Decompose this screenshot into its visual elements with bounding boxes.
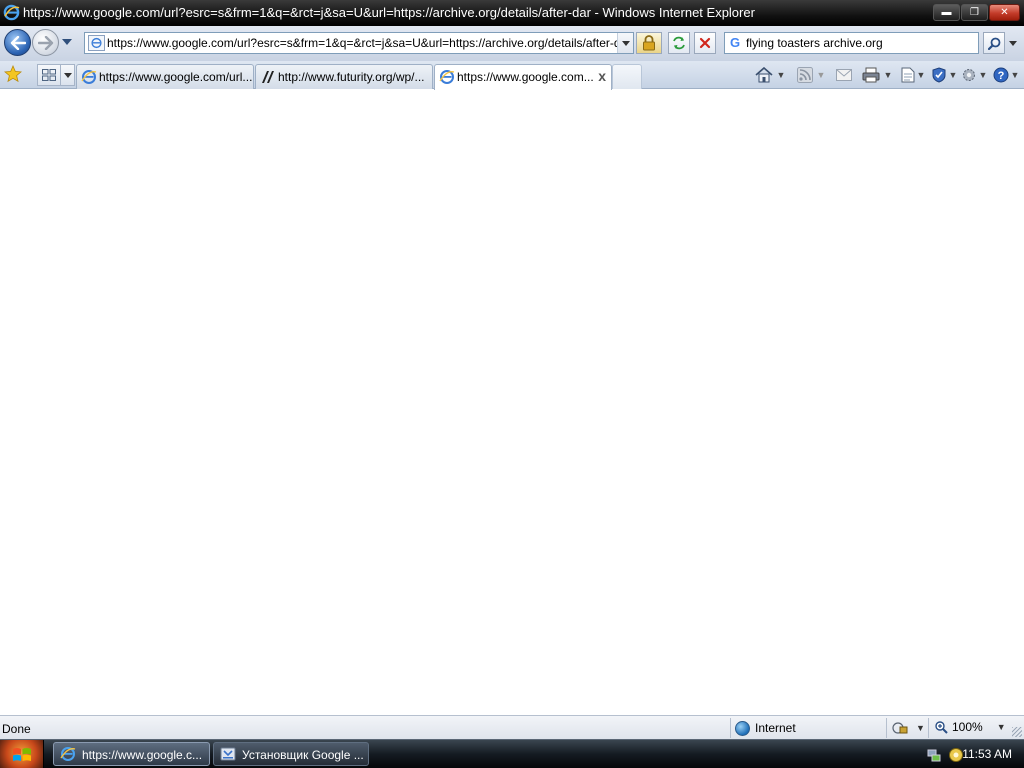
start-button[interactable] <box>0 740 44 768</box>
tab-label: https://www.google.com/url... <box>99 70 253 84</box>
google-search-provider-icon: G <box>730 35 741 50</box>
protected-mode-button[interactable]: ▼ <box>892 720 925 736</box>
ie-logo-icon <box>3 4 20 21</box>
safety-shield-icon <box>932 67 946 83</box>
tab-futurity[interactable]: http://www.futurity.org/wp/... <box>255 64 433 89</box>
arrow-right-icon <box>37 35 53 50</box>
protected-mode-icon <box>892 722 908 734</box>
taskbar-item-label: https://www.google.c... <box>82 748 203 762</box>
taskbar-item-label: Установщик Google ... <box>242 748 364 762</box>
security-report-button[interactable] <box>636 32 662 54</box>
close-window-button[interactable]: ✕ <box>989 4 1020 21</box>
page-menu-button[interactable]: ▼ <box>899 63 927 87</box>
clock[interactable]: 11:53 AM <box>962 747 1012 761</box>
page-content-area[interactable] <box>0 90 1024 715</box>
read-mail-button[interactable] <box>834 63 854 87</box>
back-button[interactable] <box>4 29 31 56</box>
tab-label: http://www.futurity.org/wp/... <box>278 70 425 84</box>
taskbar-item-installer[interactable]: Установщик Google ... <box>213 742 369 766</box>
maximize-button[interactable]: ❐ <box>961 4 988 21</box>
tools-menu-button[interactable]: ▼ <box>960 63 988 87</box>
safety-menu-button[interactable]: ▼ <box>930 63 958 87</box>
svg-text:?: ? <box>997 70 1004 82</box>
taskbar: https://www.google.c... Установщик Googl… <box>0 739 1024 768</box>
ie-page-icon <box>81 70 97 84</box>
search-options-dropdown[interactable] <box>1006 32 1020 54</box>
window-controls: ▬ ❐ ✕ <box>932 4 1020 21</box>
zoom-level: 100% <box>952 720 983 734</box>
help-icon: ? <box>993 67 1009 83</box>
navigation-bar: G <box>0 26 1024 61</box>
read-mail-icon <box>836 69 852 81</box>
close-tab-button[interactable]: x <box>598 68 606 84</box>
address-dropdown-button[interactable] <box>617 33 633 53</box>
zoom-control[interactable]: 100% ▼ <box>935 720 1006 734</box>
status-bar: Done Internet ▼ 100% ▼ <box>0 715 1024 739</box>
print-button[interactable]: ▼ <box>859 63 895 87</box>
recent-pages-dropdown[interactable] <box>61 38 73 46</box>
quick-tabs-icon <box>42 69 56 81</box>
installer-icon <box>220 747 236 761</box>
ie-icon <box>60 747 76 761</box>
zoom-icon <box>935 720 948 734</box>
search-input[interactable] <box>746 35 974 51</box>
feeds-button[interactable]: ▼ <box>794 63 828 87</box>
tab-label: https://www.google.com... <box>457 70 594 84</box>
tab-google-url-1[interactable]: https://www.google.com/url... <box>76 64 254 89</box>
search-box: G <box>724 32 979 54</box>
ie-page-icon <box>439 70 455 84</box>
resize-grip[interactable] <box>1012 727 1022 737</box>
print-icon <box>862 67 880 83</box>
futurity-icon <box>262 71 274 83</box>
gear-icon <box>962 69 975 81</box>
status-divider <box>730 718 731 738</box>
stop-x-icon <box>699 37 711 49</box>
tab-bar: https://www.google.com/url... http://www… <box>0 61 1024 90</box>
favorites-star-icon[interactable] <box>4 65 22 83</box>
taskbar-item-ie[interactable]: https://www.google.c... <box>53 742 210 766</box>
tab-google-url-active[interactable]: https://www.google.com... x <box>434 64 612 90</box>
search-button[interactable] <box>983 32 1005 54</box>
feeds-icon <box>796 67 813 83</box>
page-icon <box>901 67 915 83</box>
arrow-left-icon <box>10 35 26 50</box>
status-divider <box>928 718 929 738</box>
home-icon <box>755 67 773 83</box>
network-icon[interactable] <box>926 747 942 763</box>
chevron-down-icon <box>621 40 630 46</box>
title-bar: https://www.google.com/url?esrc=s&frm=1&… <box>0 0 1024 26</box>
status-divider <box>886 718 887 738</box>
help-menu-button[interactable]: ? ▼ <box>991 63 1021 87</box>
search-icon <box>987 37 1000 50</box>
refresh-icon <box>673 36 685 50</box>
zoom-dropdown-icon[interactable]: ▼ <box>997 722 1006 732</box>
zone-label: Internet <box>755 721 796 735</box>
address-bar <box>84 32 634 54</box>
quick-tabs-button[interactable] <box>37 64 61 86</box>
forward-button[interactable] <box>32 29 59 56</box>
address-input[interactable] <box>107 35 617 51</box>
minimize-button[interactable]: ▬ <box>933 4 960 21</box>
globe-icon <box>735 720 750 736</box>
ie-page-icon <box>88 35 105 51</box>
lock-icon <box>643 35 655 51</box>
new-tab-button[interactable] <box>612 64 642 89</box>
chevron-down-icon <box>1009 40 1017 46</box>
chevron-down-icon <box>63 72 72 78</box>
security-zone[interactable]: Internet <box>735 720 796 736</box>
tab-list-dropdown[interactable] <box>61 64 75 86</box>
window-title: https://www.google.com/url?esrc=s&frm=1&… <box>23 5 755 20</box>
refresh-button[interactable] <box>668 32 690 54</box>
stop-button[interactable] <box>694 32 716 54</box>
home-button[interactable]: ▼ <box>753 63 787 87</box>
windows-logo-icon <box>12 747 31 761</box>
status-text: Done <box>2 722 31 736</box>
